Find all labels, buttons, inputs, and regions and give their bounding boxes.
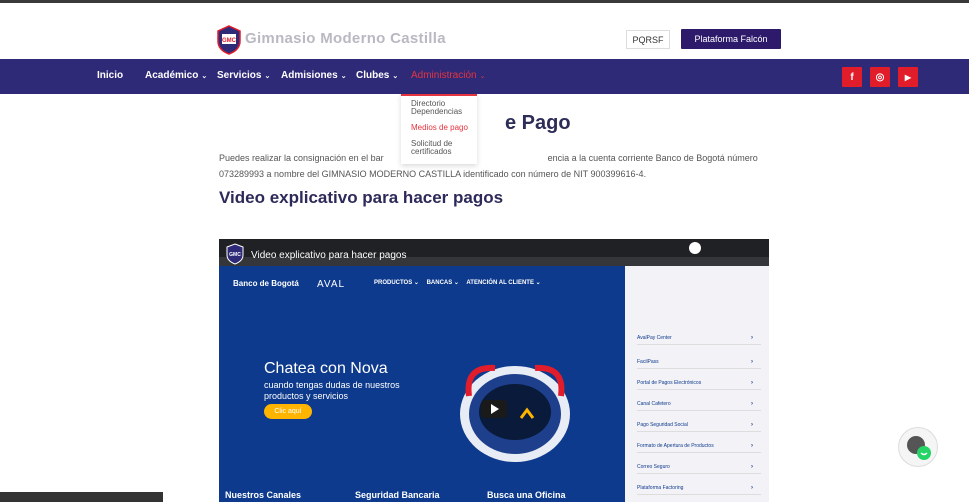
side-item: Correo Seguro ›	[637, 464, 761, 474]
chat-title: Chatea con Nova	[264, 360, 388, 377]
nav-item-clubes[interactable]: Clubes ⌄	[356, 70, 398, 81]
brand-name[interactable]: Gimnasio Moderno Castilla	[245, 30, 446, 47]
site-header: GMC Gimnasio Moderno Castilla PQRSF Plat…	[0, 3, 969, 59]
school-logo-icon[interactable]: GMC	[216, 25, 242, 55]
status-bar	[0, 492, 163, 502]
bank-sidebar: AvalPay Center › FacilPass › Portal de Pag…	[625, 266, 769, 502]
dropdown-item-directorio[interactable]: Directorio Dependencias	[411, 100, 477, 116]
svg-text:GMC: GMC	[229, 252, 241, 258]
chevron-down-icon: ⌄	[340, 73, 347, 80]
video-title[interactable]: Video explicativo para hacer pagos	[251, 250, 406, 261]
bank-link: Busca una Oficina	[487, 490, 566, 500]
bank-logo: Banco de Bogotá	[233, 279, 299, 288]
robot-mascot-icon	[460, 364, 570, 462]
bank-nav-item: PRODUCTOS ⌄	[374, 280, 419, 286]
side-item: Pago Seguridad Social ›	[637, 422, 761, 432]
youtube-icon[interactable]: ▶	[898, 67, 918, 87]
side-item: Formato de Apertura de Productos ›	[637, 443, 761, 453]
chevron-down-icon: ⌄	[201, 73, 208, 80]
channel-logo-icon[interactable]: GMC	[225, 243, 245, 265]
side-item: AvalPay Center ›	[637, 335, 761, 345]
nav-item-servicios[interactable]: Servicios ⌄	[217, 70, 270, 81]
svg-text:GMC: GMC	[222, 38, 237, 44]
payment-paragraph: Puedes realizar la consignación en el ba…	[219, 153, 758, 179]
nav-item-admisiones[interactable]: Admisiones ⌄	[281, 70, 347, 81]
whatsapp-icon	[907, 436, 931, 460]
bank-link: Nuestros Canales	[225, 490, 302, 500]
watch-later-icon[interactable]	[689, 242, 701, 254]
nav-item-administracion[interactable]: Administración ⌄	[411, 70, 485, 81]
side-item: Canal Cafetero ›	[637, 401, 761, 411]
pqrsf-link[interactable]: PQRSF	[626, 30, 670, 49]
bank-website-screen: Banco de Bogotá AVAL PRODUCTOS ⌄ BANCAS …	[219, 266, 625, 502]
page-title: e Pago	[505, 112, 571, 134]
chat-subtitle: cuando tengas dudas de nuestros producto…	[264, 380, 400, 401]
aval-logo: AVAL	[317, 279, 346, 290]
instagram-icon[interactable]: ◎	[870, 67, 890, 87]
side-item: FacilPass ›	[637, 359, 761, 369]
main-nav: Inicio Académico ⌄ Servicios ⌄ Admisiones ⌄…	[0, 59, 969, 94]
side-item: Portal de Pagos Electrónicos ›	[637, 380, 761, 390]
facebook-icon[interactable]: f	[842, 67, 862, 87]
nav-item-academico[interactable]: Académico ⌄	[145, 70, 207, 81]
nav-item-inicio[interactable]: Inicio	[97, 70, 123, 81]
bank-nav: PRODUCTOS ⌄ BANCAS ⌄ ATENCIÓN AL CLIENTE…	[374, 279, 547, 286]
bank-nav-item: ATENCIÓN AL CLIENTE ⌄	[466, 280, 541, 286]
bank-link: Seguridad Bancaria	[355, 490, 440, 500]
chevron-down-icon: ⌄	[264, 73, 271, 80]
dropdown-item-medios-pago[interactable]: Medios de pago	[411, 124, 477, 132]
chevron-down-icon: ⌄	[479, 73, 486, 80]
plataforma-falcon-button[interactable]: Plataforma Falcón	[681, 29, 781, 49]
clic-aqui-button: Clic aquí	[264, 404, 312, 419]
side-item: Plataforma Factoring ›	[637, 485, 761, 495]
bank-nav-item: BANCAS ⌄	[426, 280, 459, 286]
video-heading: Video explicativo para hacer pagos	[219, 188, 504, 207]
administracion-dropdown: Directorio Dependencias Medios de pago S…	[401, 94, 477, 164]
whatsapp-chat-button[interactable]	[898, 427, 938, 467]
chevron-down-icon: ⌄	[392, 73, 399, 80]
dropdown-item-certificados[interactable]: Solicitud de certificados	[411, 140, 477, 156]
video-embed[interactable]: GMC Video explicativo para hacer pagos B…	[219, 239, 769, 502]
